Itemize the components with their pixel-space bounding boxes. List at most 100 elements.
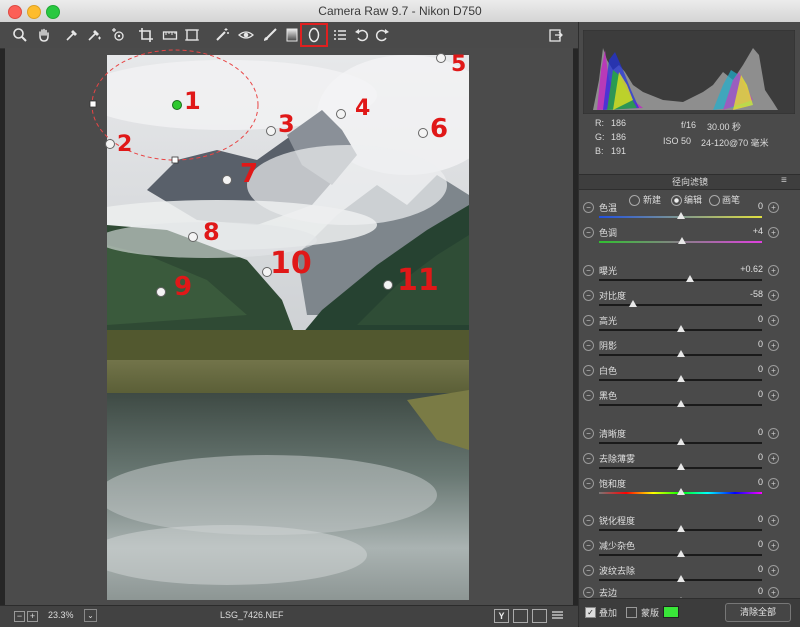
slider-value[interactable]: 0 (719, 389, 763, 399)
slider-value[interactable]: 0 (719, 339, 763, 349)
decrease-icon[interactable]: − (583, 315, 594, 326)
decrease-icon[interactable]: − (583, 340, 594, 351)
decrease-icon[interactable]: − (583, 227, 594, 238)
increase-icon[interactable]: + (768, 315, 779, 326)
increase-icon[interactable]: + (768, 587, 779, 598)
increase-icon[interactable]: + (768, 540, 779, 551)
decrease-icon[interactable]: − (583, 478, 594, 489)
filter-pin[interactable] (222, 175, 232, 185)
filter-pin[interactable] (383, 280, 393, 290)
open-object-icon[interactable] (548, 27, 564, 43)
decrease-icon[interactable]: − (583, 365, 594, 376)
increase-icon[interactable]: + (768, 265, 779, 276)
zoom-in-button[interactable]: + (27, 611, 38, 622)
increase-icon[interactable]: + (768, 478, 779, 489)
slider-thumb[interactable] (676, 575, 685, 582)
adjustment-brush-icon[interactable] (262, 27, 278, 43)
slider-value[interactable]: +0.62 (719, 264, 763, 274)
slider-thumb[interactable] (676, 212, 685, 219)
increase-icon[interactable]: + (768, 340, 779, 351)
filter-pin[interactable] (188, 232, 198, 242)
slider-value[interactable]: +4 (719, 226, 763, 236)
slider-value[interactable]: 0 (719, 539, 763, 549)
decrease-icon[interactable]: − (583, 390, 594, 401)
panel-menu-icon[interactable]: ≡ (781, 175, 787, 186)
decrease-icon[interactable]: − (583, 428, 594, 439)
rotate-cw-icon[interactable] (374, 27, 390, 43)
decrease-icon[interactable]: − (583, 565, 594, 576)
active-filter-pin[interactable] (172, 100, 182, 110)
graduated-filter-icon[interactable] (284, 27, 300, 43)
slider-thumb[interactable] (629, 300, 638, 307)
filter-pin[interactable] (105, 139, 115, 149)
color-sampler-icon[interactable] (86, 27, 102, 43)
increase-icon[interactable]: + (768, 290, 779, 301)
decrease-icon[interactable]: − (583, 453, 594, 464)
zoom-dropdown[interactable]: ⌄ (84, 609, 97, 622)
filter-pin[interactable] (436, 53, 446, 63)
slider-value[interactable]: 0 (719, 477, 763, 487)
slider-thumb[interactable] (676, 463, 685, 470)
slider-value[interactable]: 0 (719, 452, 763, 462)
increase-icon[interactable]: + (768, 202, 779, 213)
slider-track[interactable] (599, 279, 762, 281)
before-after-toggle[interactable]: Y (494, 609, 509, 623)
slider-thumb[interactable] (676, 375, 685, 382)
slider-thumb[interactable] (676, 400, 685, 407)
hand-icon[interactable] (36, 27, 52, 43)
increase-icon[interactable]: + (768, 227, 779, 238)
filter-pin[interactable] (156, 287, 166, 297)
zoom-icon[interactable] (12, 27, 28, 43)
slider-thumb[interactable] (676, 525, 685, 532)
increase-icon[interactable]: + (768, 390, 779, 401)
mask-checkbox[interactable] (626, 607, 637, 618)
white-balance-icon[interactable] (64, 27, 80, 43)
transform-icon[interactable] (184, 27, 200, 43)
decrease-icon[interactable]: − (583, 540, 594, 551)
decrease-icon[interactable]: − (583, 202, 594, 213)
rotate-ccw-icon[interactable] (354, 27, 370, 43)
slider-value[interactable]: 0 (719, 586, 763, 596)
increase-icon[interactable]: + (768, 565, 779, 576)
decrease-icon[interactable]: − (583, 290, 594, 301)
zoom-out-button[interactable]: − (14, 611, 25, 622)
slider-thumb[interactable] (678, 237, 687, 244)
mask-color-swatch[interactable] (663, 606, 679, 618)
increase-icon[interactable]: + (768, 365, 779, 376)
preview-settings-icon[interactable] (551, 609, 564, 621)
slider-thumb[interactable] (676, 350, 685, 357)
increase-icon[interactable]: + (768, 515, 779, 526)
red-eye-icon[interactable] (238, 27, 254, 43)
swap-icon[interactable] (513, 609, 528, 623)
slider-value[interactable]: 0 (719, 514, 763, 524)
zoom-level: 23.3% (48, 610, 74, 620)
target-adjust-icon[interactable] (110, 27, 126, 43)
slider-thumb[interactable] (686, 275, 695, 282)
presets-icon[interactable] (332, 27, 348, 43)
increase-icon[interactable]: + (768, 453, 779, 464)
slider-value[interactable]: 0 (719, 364, 763, 374)
overlay-checkbox[interactable]: ✓ (585, 607, 596, 618)
decrease-icon[interactable]: − (583, 587, 594, 598)
decrease-icon[interactable]: − (583, 265, 594, 276)
filter-pin[interactable] (336, 109, 346, 119)
filter-pin[interactable] (418, 128, 428, 138)
straighten-icon[interactable] (162, 27, 178, 43)
decrease-icon[interactable]: − (583, 515, 594, 526)
slider-thumb[interactable] (676, 550, 685, 557)
clear-all-button[interactable]: 清除全部 (725, 603, 791, 622)
slider-thumb[interactable] (676, 488, 685, 495)
slider-track[interactable] (599, 304, 762, 306)
filter-pin[interactable] (266, 126, 276, 136)
slider-value[interactable]: 0 (719, 427, 763, 437)
slider-value[interactable]: 0 (719, 314, 763, 324)
slider-value[interactable]: -58 (719, 289, 763, 299)
slider-thumb[interactable] (676, 438, 685, 445)
crop-icon[interactable] (138, 27, 154, 43)
slider-value[interactable]: 0 (719, 201, 763, 211)
increase-icon[interactable]: + (768, 428, 779, 439)
slider-thumb[interactable] (676, 325, 685, 332)
spot-removal-icon[interactable] (214, 27, 230, 43)
slider-value[interactable]: 0 (719, 564, 763, 574)
copy-settings-icon[interactable] (532, 609, 547, 623)
